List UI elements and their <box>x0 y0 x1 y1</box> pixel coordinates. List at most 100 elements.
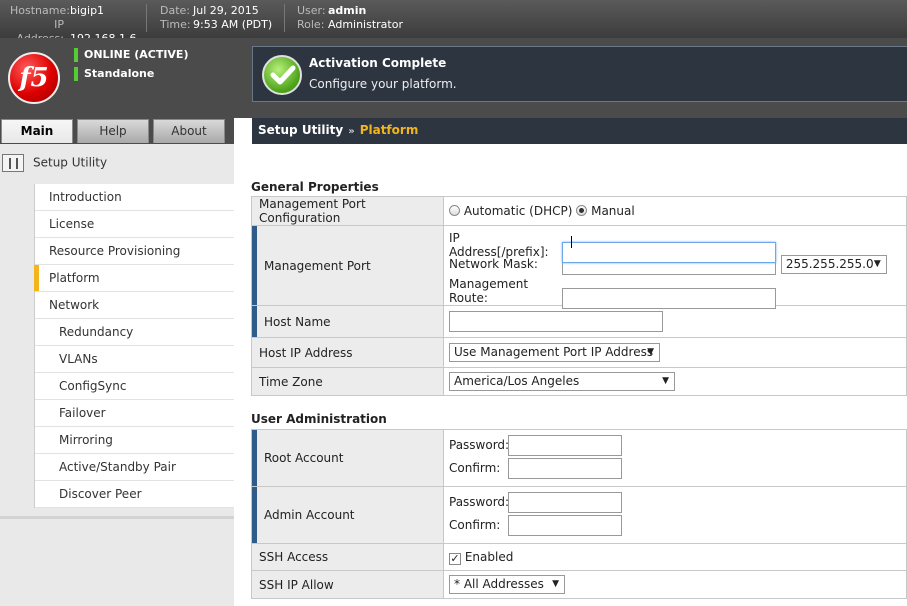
hostname-value: bigip1 <box>70 4 105 17</box>
ssh-ip-label: SSH IP Allow <box>251 570 444 599</box>
mgmt-port-config-options: Automatic (DHCP) Manual <box>443 196 907 226</box>
netmask-select-value: 255.255.255.0 <box>785 257 874 271</box>
main-content: General Properties Management Port Confi… <box>234 144 907 606</box>
ssh-access-cell: ✓ Enabled <box>443 543 907 571</box>
f5-logo: f5 <box>8 52 60 104</box>
manual-label: Manual <box>591 204 635 218</box>
standalone-status: Standalone <box>74 67 188 84</box>
time-zone-select[interactable]: America/Los Angeles ▼ <box>449 372 675 391</box>
user-label: User: <box>297 4 326 17</box>
activation-notice: Activation Complete Configure your platf… <box>252 46 907 102</box>
user-admin-table: Root Account Password: Confirm: Admin Ac… <box>251 429 907 599</box>
nav-configsync[interactable]: ConfigSync <box>35 373 234 400</box>
nav-vlans[interactable]: VLANs <box>35 346 234 373</box>
manual-radio[interactable] <box>576 205 588 216</box>
user-info: User: admin Role: Administrator <box>297 4 403 32</box>
dropdown-arrow-icon: ▼ <box>873 259 881 269</box>
general-properties-title: General Properties <box>251 180 379 194</box>
table-row: SSH Access ✓ Enabled <box>251 543 907 571</box>
admin-account-fields: Password: Confirm: <box>443 486 907 544</box>
tab-main[interactable]: Main <box>1 119 73 143</box>
setup-utility-icon <box>2 154 24 172</box>
date-info: Date: Jul 29, 2015 Time: 9:53 AM (PDT) <box>160 4 272 32</box>
general-properties-table: Management Port Configuration Automatic … <box>251 196 907 396</box>
table-row: Management Port Configuration Automatic … <box>251 196 907 226</box>
nav-active-standby-pair[interactable]: Active/Standby Pair <box>35 454 234 481</box>
time-value: 9:53 AM (PDT) <box>193 18 273 31</box>
tab-about[interactable]: About <box>153 119 225 143</box>
ssh-ip-select-value: * All Addresses <box>454 577 544 591</box>
table-row: Management Port IP Address[/prefix]: Net… <box>251 225 907 309</box>
nav-platform[interactable]: Platform <box>34 265 234 292</box>
admin-password-label: Password: <box>449 495 510 509</box>
main-tabs: Main Help About <box>0 118 234 144</box>
breadcrumb-root[interactable]: Setup Utility <box>258 123 343 137</box>
checkmark-icon <box>262 55 302 95</box>
top-info-bar: Hostname:bigip1 IP Address:192.168.1.6 D… <box>0 0 907 45</box>
date-label: Date: <box>160 4 190 17</box>
netmask-label: Network Mask: <box>449 257 538 271</box>
dropdown-arrow-icon: ▼ <box>647 347 654 357</box>
root-account-fields: Password: Confirm: <box>443 429 907 487</box>
admin-confirm-label: Confirm: <box>449 518 501 532</box>
divider <box>284 4 285 32</box>
nav-license[interactable]: License <box>35 211 234 238</box>
ssh-enabled-label: Enabled <box>464 549 514 564</box>
tab-help[interactable]: Help <box>77 119 149 143</box>
nav-discover-peer[interactable]: Discover Peer <box>35 481 234 508</box>
ip-prefix-label: IP Address[/prefix]: <box>449 231 549 259</box>
user-admin-title: User Administration <box>251 412 387 426</box>
ssh-ip-select[interactable]: * All Addresses ▼ <box>449 575 565 594</box>
host-name-label: Host Name <box>251 305 444 338</box>
nav-redundancy[interactable]: Redundancy <box>35 319 234 346</box>
sidebar: Setup Utility Introduction License Resou… <box>0 144 234 606</box>
host-ip-select[interactable]: Use Management Port IP Address ▼ <box>449 343 660 362</box>
ssh-ip-cell: * All Addresses ▼ <box>443 570 907 599</box>
mgmt-port-fields: IP Address[/prefix]: Network Mask: 255.2… <box>443 225 907 309</box>
admin-password-input[interactable] <box>508 492 622 513</box>
host-ip-cell: Use Management Port IP Address ▼ <box>443 337 907 368</box>
dhcp-label: Automatic (DHCP) <box>463 204 573 218</box>
notice-subtitle: Configure your platform. <box>309 77 457 91</box>
dhcp-radio[interactable] <box>449 205 460 216</box>
root-confirm-input[interactable] <box>508 458 622 479</box>
dropdown-arrow-icon: ▼ <box>662 376 669 386</box>
table-row: Time Zone America/Los Angeles ▼ <box>251 367 907 396</box>
nav-introduction[interactable]: Introduction <box>35 184 234 211</box>
admin-confirm-input[interactable] <box>508 515 622 536</box>
time-zone-select-value: America/Los Angeles <box>454 374 580 388</box>
ssh-enabled-checkbox[interactable]: ✓ <box>449 552 461 565</box>
setup-utility-header[interactable]: Setup Utility <box>2 154 107 172</box>
table-row: Host Name <box>251 305 907 338</box>
ip-prefix-input[interactable] <box>562 242 776 263</box>
time-zone-label: Time Zone <box>251 367 444 396</box>
admin-account-label: Admin Account <box>251 486 444 544</box>
date-value: Jul 29, 2015 <box>193 4 259 17</box>
table-row: SSH IP Allow * All Addresses ▼ <box>251 570 907 599</box>
root-confirm-label: Confirm: <box>449 461 501 475</box>
breadcrumb: Setup Utility » Platform <box>252 118 907 144</box>
nav-failover[interactable]: Failover <box>35 400 234 427</box>
dropdown-arrow-icon: ▼ <box>552 579 559 589</box>
device-status: ONLINE (ACTIVE) Standalone <box>74 48 188 86</box>
root-account-label: Root Account <box>251 429 444 487</box>
root-password-input[interactable] <box>508 435 622 456</box>
route-label: Management Route: <box>449 277 529 305</box>
time-zone-cell: America/Los Angeles ▼ <box>443 367 907 396</box>
hostname-label: Hostname: <box>10 4 70 17</box>
breadcrumb-current: Platform <box>359 123 419 137</box>
nav-resource-provisioning[interactable]: Resource Provisioning <box>35 238 234 265</box>
text-cursor <box>571 236 572 248</box>
breadcrumb-separator: » <box>348 126 355 137</box>
nav-network[interactable]: Network <box>35 292 234 319</box>
route-input[interactable] <box>562 288 776 309</box>
mgmt-port-label: Management Port <box>251 225 444 306</box>
table-row: Admin Account Password: Confirm: <box>251 486 907 544</box>
ssh-access-label: SSH Access <box>251 543 444 571</box>
table-row: Root Account Password: Confirm: <box>251 429 907 487</box>
nav-mirroring[interactable]: Mirroring <box>35 427 234 454</box>
user-value: admin <box>328 4 367 17</box>
netmask-select[interactable]: 255.255.255.0 ▼ <box>780 255 887 274</box>
host-name-input[interactable] <box>449 311 663 332</box>
notice-title: Activation Complete <box>309 56 447 70</box>
